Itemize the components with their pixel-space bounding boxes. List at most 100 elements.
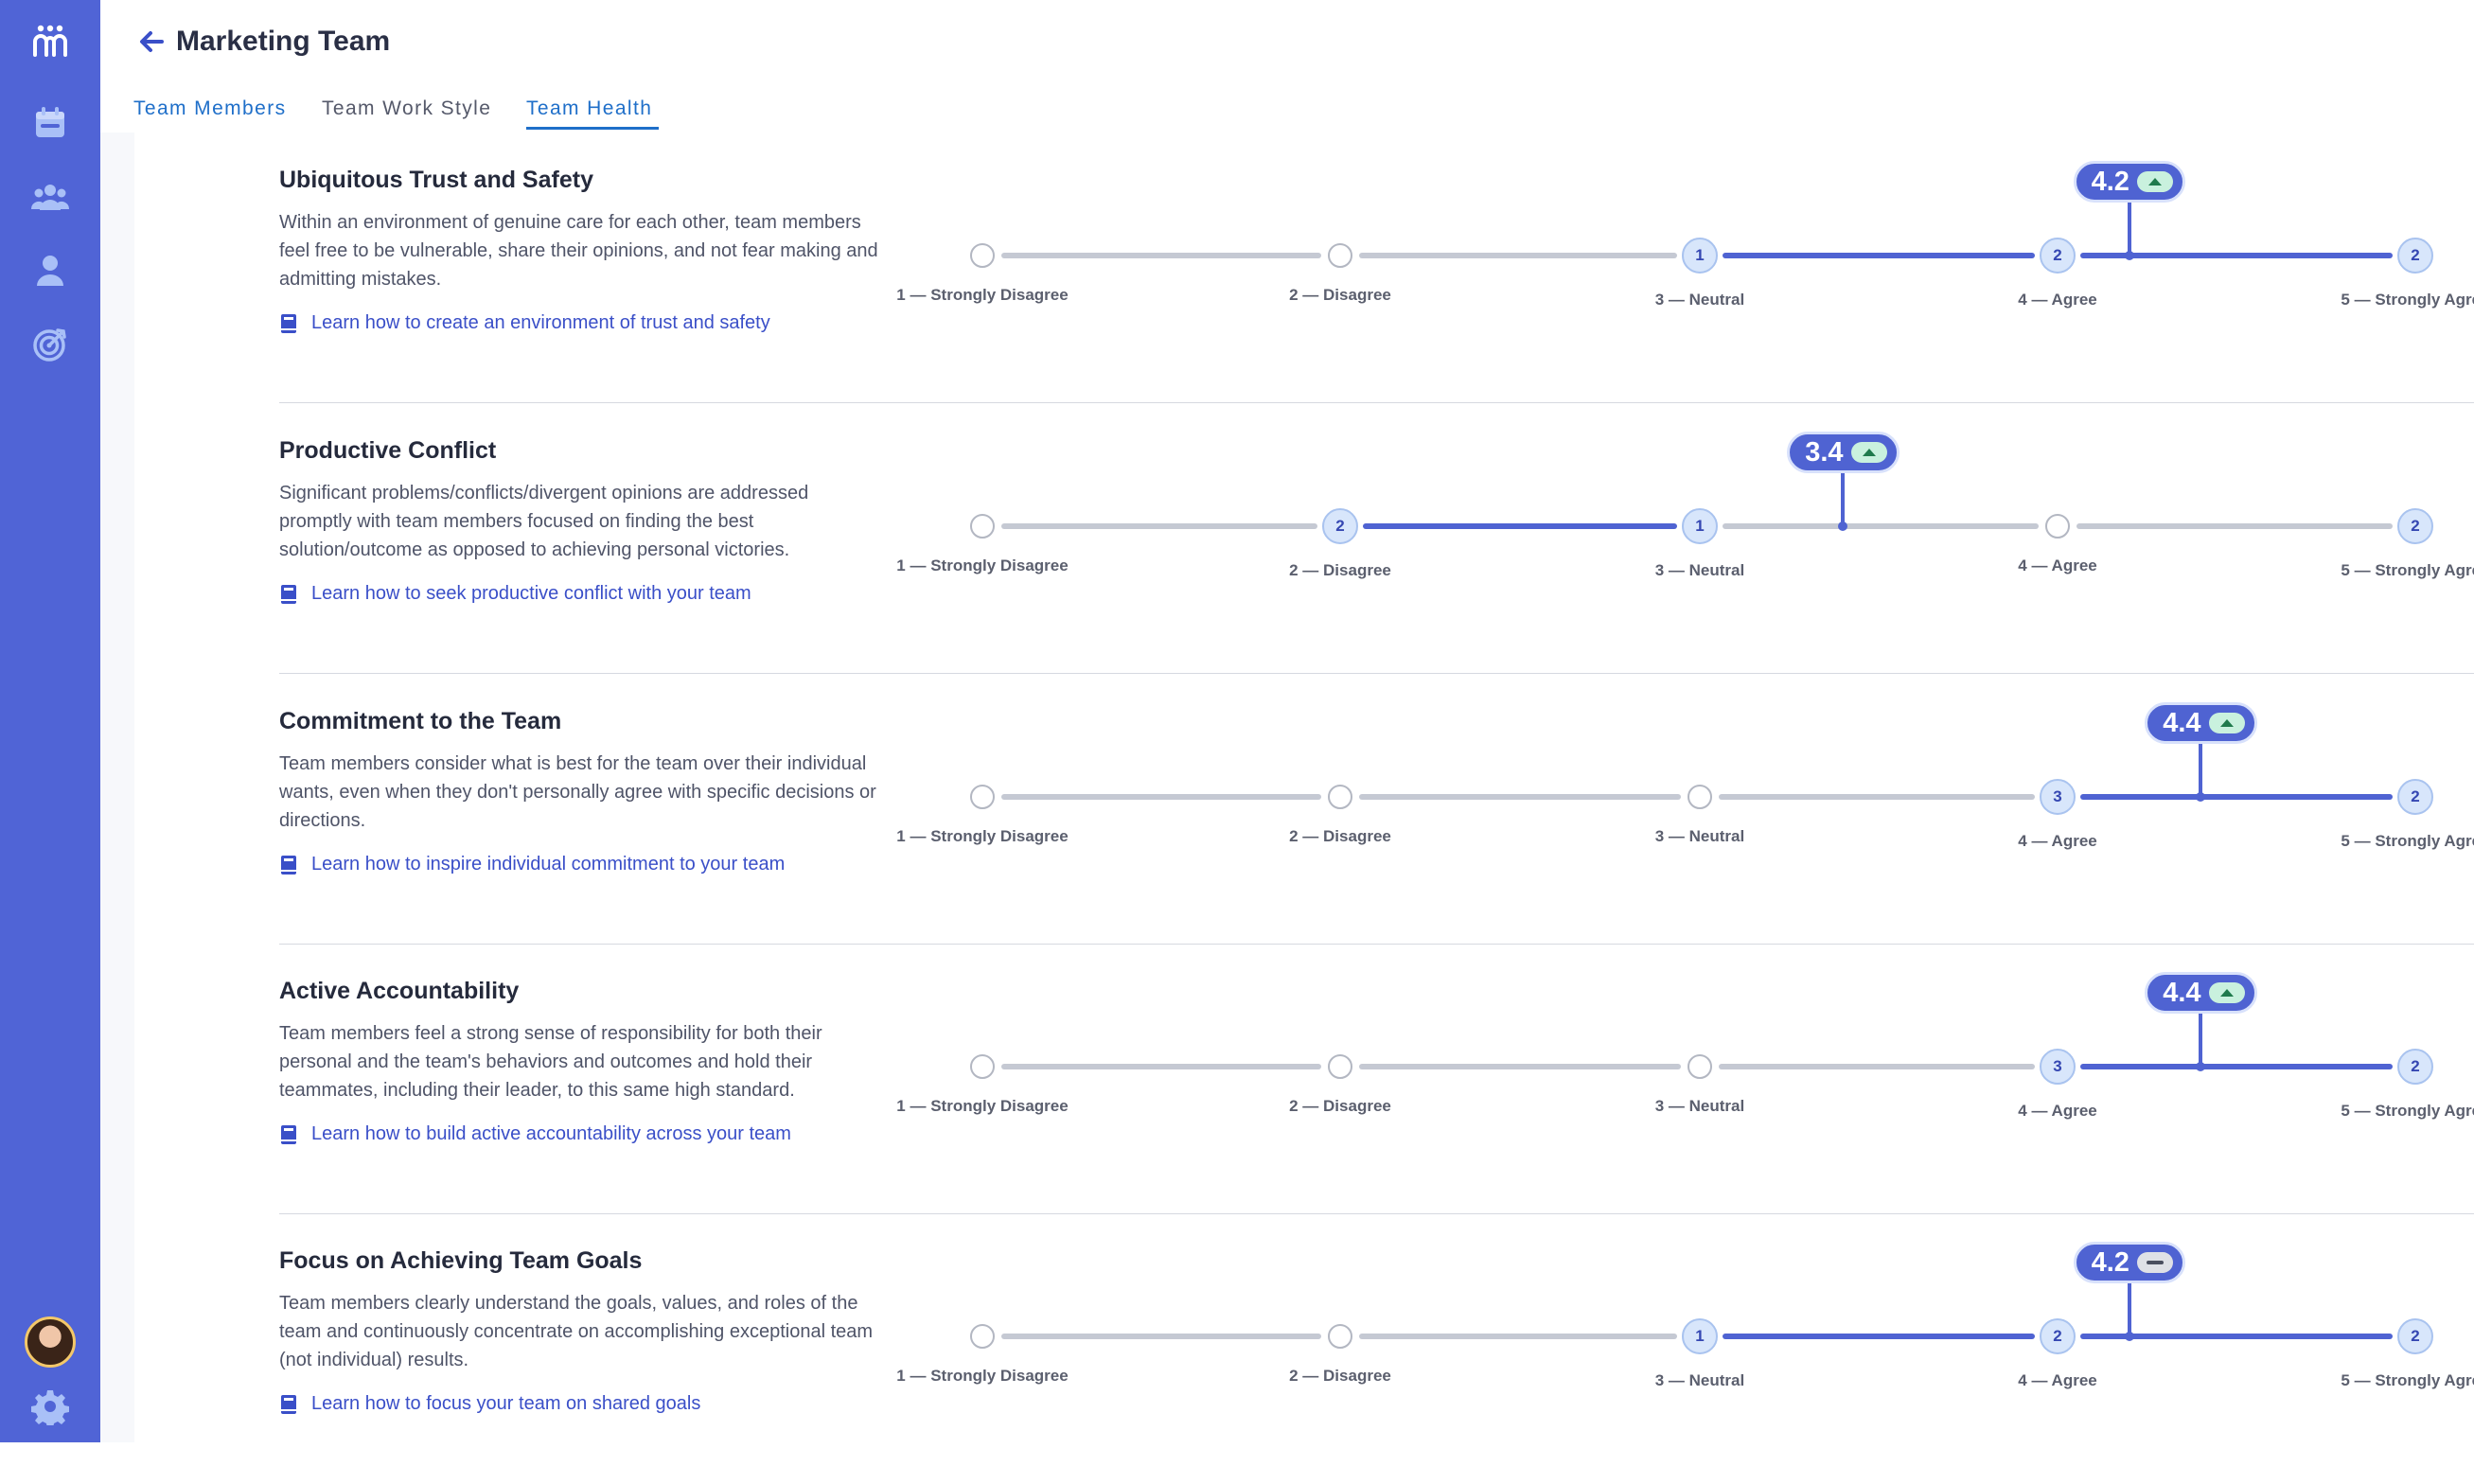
response-count: 2	[2397, 779, 2433, 815]
scale-segment	[1001, 523, 1317, 529]
scale-label: 5 — Strongly Agree	[2341, 1371, 2474, 1389]
scale-segment	[1359, 1064, 1681, 1069]
scale-label: 2 — Disagree	[1289, 286, 1391, 304]
response-count: 2	[2397, 1318, 2433, 1354]
score-badge: 3.4	[1787, 432, 1900, 473]
scale-label: 1 — Strongly Disagree	[896, 1367, 1069, 1385]
health-section-trust: Ubiquitous Trust and Safety Within an en…	[134, 132, 2474, 403]
learn-link-text: Learn how to inspire individual commitme…	[311, 854, 786, 874]
empty-node	[1328, 1324, 1352, 1349]
trend-up-icon	[2208, 982, 2245, 1003]
health-section-conflict: Productive Conflict Significant problems…	[134, 403, 2474, 674]
section-description: Team members consider what is best for t…	[279, 753, 876, 831]
team-health-list: Ubiquitous Trust and Safety Within an en…	[100, 132, 2474, 1442]
scale-segment	[1723, 1334, 2035, 1339]
user-avatar[interactable]	[25, 1316, 76, 1368]
scale-segment	[1359, 1334, 1677, 1339]
response-count: 2	[2040, 238, 2076, 274]
empty-node	[1688, 1054, 1712, 1079]
team-icon[interactable]	[24, 170, 77, 223]
scale-label: 3 — Neutral	[1654, 561, 1745, 579]
response-count: 2	[2397, 1049, 2433, 1085]
learn-link[interactable]: Learn how to inspire individual commitme…	[279, 854, 785, 875]
scale-label: 5 — Strongly Agree	[2341, 1102, 2474, 1120]
gear-icon[interactable]	[24, 1380, 77, 1433]
section-title: Ubiquitous Trust and Safety	[279, 167, 593, 193]
scale-label: 5 — Strongly Agree	[2341, 561, 2474, 579]
empty-node	[970, 1054, 995, 1079]
person-icon[interactable]	[24, 244, 77, 297]
scale-label: 4 — Agree	[2018, 556, 2097, 574]
empty-node	[970, 514, 995, 539]
scale-label: 4 — Agree	[2018, 1102, 2097, 1120]
learn-link-text: Learn how to seek productive conflict wi…	[311, 583, 751, 604]
scale-segment	[2076, 523, 2393, 529]
empty-node	[1328, 243, 1352, 268]
calendar-icon[interactable]	[24, 97, 77, 150]
scale-label: 3 — Neutral	[1654, 291, 1745, 309]
score-value: 4.2	[2091, 167, 2129, 197]
empty-node	[2045, 514, 2070, 539]
scale-segment	[1723, 523, 2039, 529]
learn-link[interactable]: Learn how to focus your team on shared g…	[279, 1393, 700, 1415]
score-marker-dot	[2124, 251, 2134, 260]
empty-node	[1688, 785, 1712, 809]
trend-up-icon	[2136, 171, 2173, 192]
sidebar	[0, 0, 100, 1442]
scale-label: 1 — Strongly Disagree	[896, 556, 1069, 574]
learn-link[interactable]: Learn how to build active accountability…	[279, 1123, 791, 1145]
score-value: 4.2	[2091, 1247, 2129, 1278]
response-count: 2	[2397, 508, 2433, 544]
score-badge: 4.4	[2145, 972, 2257, 1014]
scale-label: 1 — Strongly Disagree	[896, 286, 1069, 304]
learn-link-text: Learn how to build active accountability…	[311, 1123, 791, 1144]
scale-label: 4 — Agree	[2018, 832, 2097, 850]
scale-label: 4 — Agree	[2018, 1371, 2097, 1389]
response-count: 2	[2040, 1318, 2076, 1354]
health-section-accountability: Active Accountability Team members feel …	[134, 944, 2474, 1214]
scale-label: 2 — Disagree	[1289, 827, 1391, 845]
score-marker-dot	[2196, 792, 2206, 802]
score-badge: 4.2	[2073, 161, 2185, 203]
response-count: 2	[1322, 508, 1358, 544]
tab-team-work-style[interactable]: Team Work Style	[322, 95, 491, 123]
trend-up-icon	[1850, 442, 1887, 463]
section-title: Productive Conflict	[279, 437, 497, 464]
empty-node	[970, 243, 995, 268]
scale-label: 3 — Neutral	[1654, 827, 1745, 845]
learn-link[interactable]: Learn how to create an environment of tr…	[279, 312, 770, 334]
tab-team-members[interactable]: Team Members	[133, 95, 287, 123]
section-description: Within an environment of genuine care fo…	[279, 212, 878, 290]
health-section-goals: Focus on Achieving Team Goals Team membe…	[134, 1213, 2474, 1484]
score-marker-dot	[2196, 1062, 2206, 1071]
empty-node	[970, 785, 995, 809]
scale-segment	[1001, 253, 1321, 258]
tab-team-health[interactable]: Team Health	[526, 95, 652, 123]
score-value: 3.4	[1805, 437, 1844, 468]
scale-label: 3 — Neutral	[1654, 1097, 1745, 1115]
score-marker-dot	[1838, 521, 1848, 531]
scale-label: 2 — Disagree	[1289, 1097, 1391, 1115]
scale-segment	[1001, 1064, 1321, 1069]
score-value: 4.4	[2163, 978, 2201, 1008]
arrow-left-icon[interactable]	[133, 23, 171, 61]
response-count: 1	[1682, 1318, 1718, 1354]
scale-label: 2 — Disagree	[1289, 561, 1391, 579]
score-value: 4.4	[2163, 708, 2201, 738]
scale-segment	[1001, 794, 1321, 800]
scale-segment	[2080, 794, 2393, 800]
book-icon	[281, 1124, 296, 1144]
goals-target-icon[interactable]	[24, 318, 77, 371]
scale-segment	[1359, 253, 1677, 258]
people-logo-icon[interactable]	[24, 15, 77, 68]
empty-node	[1328, 785, 1352, 809]
section-title: Active Accountability	[279, 978, 520, 1004]
scale-segment	[1723, 253, 2035, 258]
learn-link[interactable]: Learn how to seek productive conflict wi…	[279, 583, 751, 605]
scale-segment	[1719, 1064, 2035, 1069]
section-description: Significant problems/conflicts/divergent…	[279, 483, 809, 560]
book-icon	[281, 855, 296, 874]
learn-link-text: Learn how to focus your team on shared g…	[311, 1393, 701, 1414]
trend-up-icon	[2208, 713, 2245, 733]
health-section-commitment: Commitment to the Team Team members cons…	[134, 674, 2474, 945]
